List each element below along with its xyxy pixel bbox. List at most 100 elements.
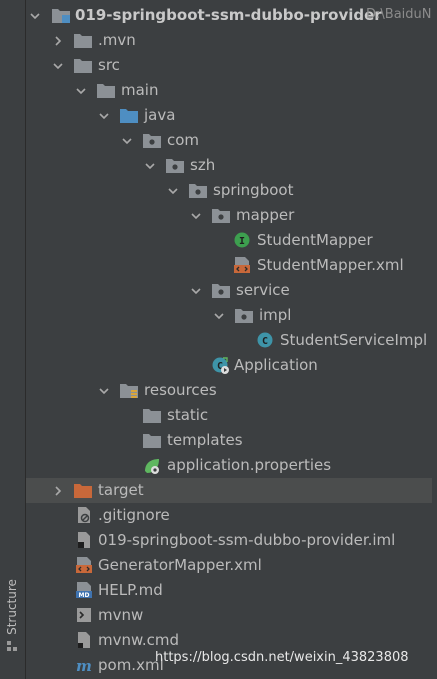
chevron-down-icon[interactable] bbox=[189, 203, 203, 228]
tree-row-target[interactable]: target bbox=[26, 478, 432, 503]
tree-item-label: target bbox=[98, 481, 144, 499]
tree-row-templates[interactable]: templates bbox=[26, 428, 432, 453]
tree-item-label: .gitignore bbox=[98, 506, 170, 524]
chevron-right-icon[interactable] bbox=[51, 28, 65, 53]
folder-icon bbox=[143, 407, 161, 423]
tree-item-label: impl bbox=[259, 306, 292, 324]
chevron-down-icon[interactable] bbox=[120, 128, 134, 153]
tree-row-help[interactable]: MD HELP.md bbox=[26, 578, 432, 603]
tree-row-application-properties[interactable]: application.properties bbox=[26, 453, 432, 478]
package-icon bbox=[143, 132, 161, 148]
xml-file-icon bbox=[234, 257, 250, 273]
tree-row-student-mapper[interactable]: I StudentMapper bbox=[26, 228, 432, 253]
tree-item-label: szh bbox=[190, 156, 216, 174]
tree-item-label: .mvn bbox=[98, 31, 136, 49]
tree-item-label: StudentMapper bbox=[257, 231, 373, 249]
tree-item-label: templates bbox=[167, 431, 243, 449]
tree-item-label: mvnw bbox=[98, 606, 144, 624]
tree-row-impl[interactable]: impl bbox=[26, 303, 432, 328]
tree-row-student-mapper-xml[interactable]: StudentMapper.xml bbox=[26, 253, 432, 278]
spring-properties-icon bbox=[143, 457, 159, 474]
tree-row-mvnw[interactable]: mvnw bbox=[26, 603, 432, 628]
xml-file-icon bbox=[76, 557, 92, 573]
tree-item-label: GeneratorMapper.xml bbox=[98, 556, 262, 574]
svg-text:C: C bbox=[262, 336, 268, 347]
tree-row-src[interactable]: src bbox=[26, 53, 432, 78]
folder-icon bbox=[74, 32, 92, 48]
left-tool-strip: Structure bbox=[0, 0, 26, 679]
tree-item-label: mapper bbox=[236, 206, 295, 224]
svg-text:MD: MD bbox=[79, 592, 90, 598]
svg-text:I: I bbox=[239, 236, 245, 247]
folder-icon bbox=[143, 432, 161, 448]
tree-item-label: 019-springboot-ssm-dubbo-provider.iml bbox=[98, 531, 396, 549]
tree-row-main[interactable]: main bbox=[26, 78, 432, 103]
tree-item-label: pom.xml bbox=[98, 656, 164, 674]
tree-row-static[interactable]: static bbox=[26, 403, 432, 428]
excluded-folder-icon bbox=[74, 482, 92, 498]
tree-row-szh[interactable]: szh bbox=[26, 153, 432, 178]
watermark-url: https://blog.csdn.net/weixin_43823808 bbox=[155, 650, 409, 665]
chevron-down-icon[interactable] bbox=[166, 178, 180, 203]
root-path-hint: D:\BaiduN bbox=[366, 7, 432, 22]
tree-item-label: Application bbox=[234, 356, 318, 374]
tree-item-label: service bbox=[236, 281, 290, 299]
class-icon: C bbox=[257, 332, 273, 348]
maven-icon: m bbox=[76, 657, 92, 673]
tree-row-com[interactable]: com bbox=[26, 128, 432, 153]
package-icon bbox=[189, 182, 207, 198]
chevron-right-icon[interactable] bbox=[51, 478, 65, 503]
package-icon bbox=[235, 307, 253, 323]
structure-tab-label: Structure bbox=[5, 579, 19, 635]
ignore-file-icon bbox=[76, 507, 92, 523]
structure-icon bbox=[7, 641, 17, 651]
tree-item-label: static bbox=[167, 406, 209, 424]
package-icon bbox=[166, 157, 184, 173]
project-tool-window: Structure 019-springboot-ssm-dubbo-provi… bbox=[0, 0, 437, 679]
folder-icon bbox=[74, 57, 92, 73]
tree-item-label: springboot bbox=[213, 181, 294, 199]
module-file-icon bbox=[76, 532, 92, 548]
tree-row-service[interactable]: service bbox=[26, 278, 432, 303]
tree-row-generator-mapper[interactable]: GeneratorMapper.xml bbox=[26, 553, 432, 578]
tree-row-mvn[interactable]: .mvn bbox=[26, 28, 432, 53]
chevron-down-icon[interactable] bbox=[189, 278, 203, 303]
structure-tab[interactable]: Structure bbox=[2, 575, 24, 655]
tree-row-root[interactable]: 019-springboot-ssm-dubbo-provider D:\Bai… bbox=[26, 3, 432, 28]
chevron-down-icon[interactable] bbox=[74, 78, 88, 103]
text-file-icon bbox=[76, 632, 92, 648]
tree-row-mapper[interactable]: mapper bbox=[26, 203, 432, 228]
resources-folder-icon bbox=[120, 382, 138, 398]
chevron-down-icon[interactable] bbox=[97, 378, 111, 403]
tree-row-iml[interactable]: 019-springboot-ssm-dubbo-provider.iml bbox=[26, 528, 432, 553]
tree-row-java[interactable]: java bbox=[26, 103, 432, 128]
chevron-down-icon[interactable] bbox=[143, 153, 157, 178]
tree-item-label: java bbox=[144, 106, 176, 124]
tree-item-label: com bbox=[167, 131, 200, 149]
tree-row-application[interactable]: C Application bbox=[26, 353, 432, 378]
module-folder-icon bbox=[52, 7, 70, 23]
tree-row-springboot[interactable]: springboot bbox=[26, 178, 432, 203]
tree-row-student-service-impl[interactable]: C StudentServiceImpl bbox=[26, 328, 432, 353]
tree-row-gitignore[interactable]: .gitignore bbox=[26, 503, 432, 528]
chevron-down-icon[interactable] bbox=[212, 303, 226, 328]
chevron-down-icon[interactable] bbox=[97, 103, 111, 128]
spring-boot-class-icon: C bbox=[212, 357, 229, 374]
interface-icon: I bbox=[234, 232, 250, 248]
shell-script-icon bbox=[76, 607, 92, 623]
chevron-down-icon[interactable] bbox=[51, 53, 65, 78]
tree-item-label: application.properties bbox=[167, 456, 332, 474]
tree-item-label: src bbox=[98, 56, 120, 74]
root-module-label: 019-springboot-ssm-dubbo-provider bbox=[75, 6, 382, 24]
svg-text:m: m bbox=[76, 657, 92, 673]
project-tree: 019-springboot-ssm-dubbo-provider D:\Bai… bbox=[26, 0, 437, 679]
chevron-down-icon[interactable] bbox=[28, 3, 42, 28]
package-icon bbox=[212, 207, 230, 223]
tree-item-label: StudentMapper.xml bbox=[257, 256, 404, 274]
tree-item-label: StudentServiceImpl bbox=[280, 331, 428, 349]
source-folder-icon bbox=[120, 107, 138, 123]
package-icon bbox=[212, 282, 230, 298]
tree-item-label: mvnw.cmd bbox=[98, 631, 180, 649]
tree-row-resources[interactable]: resources bbox=[26, 378, 432, 403]
folder-icon bbox=[97, 82, 115, 98]
